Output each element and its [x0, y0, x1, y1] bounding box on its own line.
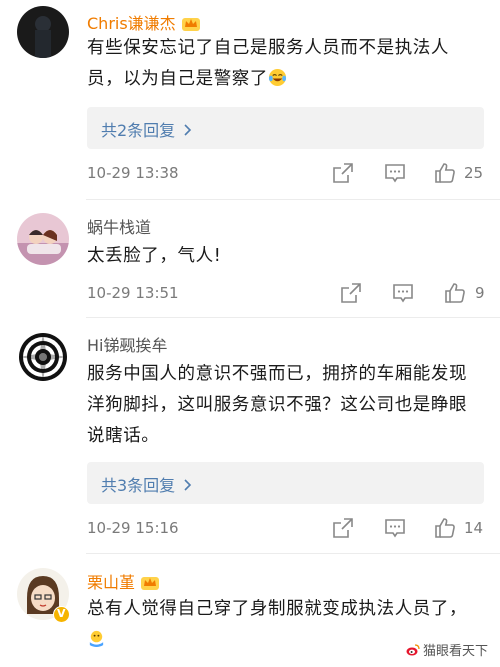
verified-badge-icon: V	[53, 606, 70, 623]
like-count: 9	[475, 284, 485, 302]
username[interactable]: Hi锑觋挨牟	[87, 332, 167, 356]
comment-item: 蜗牛栈道 太丢脸了，气人! 10-29 13:51 9	[0, 200, 500, 318]
comment-icon[interactable]	[383, 161, 407, 185]
comment-meta: 10-29 13:51 9	[87, 281, 500, 307]
comment-icon[interactable]	[383, 516, 407, 540]
comment-item: Chris谦谦杰 有些保安忘记了自己是服务人员而不是执法人员，以为自己是警察了 …	[0, 0, 500, 200]
hand-clap-emoji-icon	[89, 630, 104, 648]
thumbs-up-icon[interactable]	[443, 281, 467, 305]
comment-meta: 10-29 15:16 14	[87, 516, 500, 542]
view-replies-link[interactable]: 共3条回复	[101, 472, 192, 496]
share-icon[interactable]	[331, 161, 355, 185]
username[interactable]: 栗山堇	[87, 569, 160, 593]
comment-meta: 10-29 13:38 25	[87, 161, 500, 187]
like-count: 25	[464, 164, 484, 182]
timestamp: 10-29 13:38	[87, 164, 179, 182]
avatar[interactable]	[17, 213, 69, 265]
share-icon[interactable]	[339, 281, 363, 305]
weibo-logo-icon	[406, 644, 420, 656]
thumbs-up-icon[interactable]	[433, 161, 457, 185]
share-icon[interactable]	[331, 516, 355, 540]
username[interactable]: 蜗牛栈道	[87, 214, 151, 238]
comment-icon[interactable]	[391, 281, 415, 305]
comment-item: Hi锑觋挨牟 服务中国人的意识不强而已，拥挤的车厢能发现洋狗脚抖，这叫服务意识不…	[0, 318, 500, 554]
like-count: 14	[464, 519, 484, 537]
watermark: 猫眼看天下	[406, 640, 488, 659]
comment-text: 太丢脸了，气人!	[87, 246, 222, 266]
laughing-crying-emoji-icon	[268, 68, 287, 87]
username[interactable]: Chris谦谦杰	[87, 10, 201, 34]
timestamp: 10-29 15:16	[87, 519, 179, 537]
replies-box[interactable]: 共2条回复	[87, 107, 484, 149]
vip-crown-icon	[181, 18, 200, 31]
timestamp: 10-29 13:51	[87, 284, 179, 302]
chevron-right-icon	[184, 124, 192, 136]
vip-crown-icon	[141, 577, 160, 590]
avatar[interactable]	[17, 331, 69, 383]
chevron-right-icon	[184, 479, 192, 491]
comment-text: 有些保安忘记了自己是服务人员而不是执法人员，以为自己是警察了	[87, 38, 449, 89]
thumbs-up-icon[interactable]	[433, 516, 457, 540]
view-replies-link[interactable]: 共2条回复	[101, 117, 192, 141]
avatar[interactable]	[17, 6, 69, 58]
replies-box[interactable]: 共3条回复	[87, 462, 484, 504]
comment-text: 服务中国人的意识不强而已，拥挤的车厢能发现洋狗脚抖，这叫服务意识不强？这公司也是…	[87, 364, 468, 446]
